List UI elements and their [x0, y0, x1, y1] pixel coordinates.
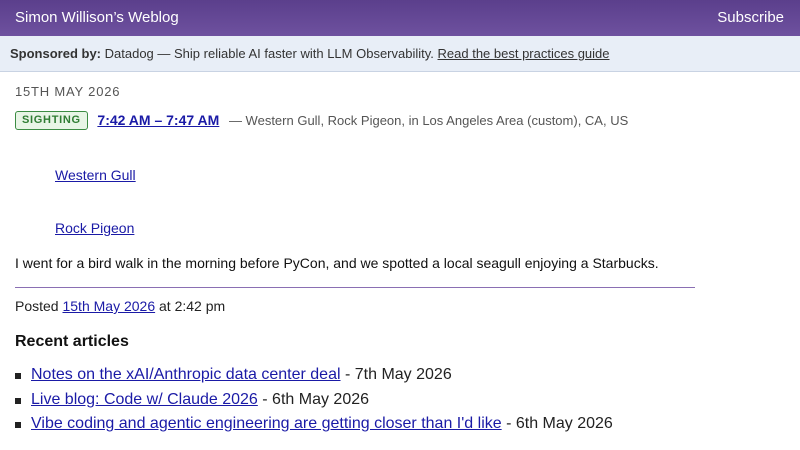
sponsor-text: Datadog — Ship reliable AI faster with L… [104, 46, 434, 61]
list-item: Notes on the xAI/Anthropic data center d… [15, 366, 613, 391]
list-item: Live blog: Code w/ Claude 2026 - 6th May… [15, 391, 613, 416]
list-item: Vibe coding and agentic engineering are … [15, 415, 613, 440]
divider [15, 287, 695, 288]
posted-prefix: Posted [15, 298, 59, 314]
sighting-time-link[interactable]: 7:42 AM – 7:47 AM [97, 112, 219, 128]
bullet-icon [15, 422, 21, 428]
sighting-badge: SIGHTING [15, 111, 88, 131]
subscribe-link[interactable]: Subscribe [717, 9, 784, 26]
recent-article-date: - 7th May 2026 [344, 366, 452, 383]
posted-time: at 2:42 pm [159, 298, 226, 314]
post-body: I went for a bird walk in the morning be… [15, 255, 659, 271]
sponsor-banner: Sponsored by: Datadog — Ship reliable AI… [0, 36, 800, 72]
posted-line: Posted 15th May 2026 at 2:42 pm [15, 298, 225, 314]
sighting-row: SIGHTING 7:42 AM – 7:47 AM — Western Gul… [15, 111, 629, 132]
recent-article-link[interactable]: Notes on the xAI/Anthropic data center d… [31, 366, 341, 383]
species-link-western-gull[interactable]: Western Gull [55, 167, 136, 183]
site-title-link[interactable]: Simon Willison’s Weblog [15, 9, 179, 26]
date-heading: 15th May 2026 [15, 84, 121, 99]
recent-article-link[interactable]: Vibe coding and agentic engineering are … [31, 415, 502, 432]
site-header: Simon Willison’s Weblog Subscribe [0, 0, 800, 36]
species-link-rock-pigeon[interactable]: Rock Pigeon [55, 220, 134, 236]
bullet-icon [15, 373, 21, 379]
recent-article-date: - 6th May 2026 [262, 390, 370, 408]
bullet-icon [15, 397, 21, 404]
sponsor-link[interactable]: Read the best practices guide [438, 46, 610, 61]
recent-articles-list: Notes on the xAI/Anthropic data center d… [15, 366, 613, 440]
recent-article-link[interactable]: Live blog: Code w/ Claude 2026 [31, 391, 258, 408]
sponsor-label: Sponsored by: [10, 46, 102, 61]
sighting-meta: — Western Gull, Rock Pigeon, in Los Ange… [228, 113, 629, 128]
recent-article-date: - 6th May 2026 [506, 415, 613, 432]
posted-date-link[interactable]: 15th May 2026 [62, 298, 155, 314]
recent-articles-heading: Recent articles [15, 333, 129, 350]
